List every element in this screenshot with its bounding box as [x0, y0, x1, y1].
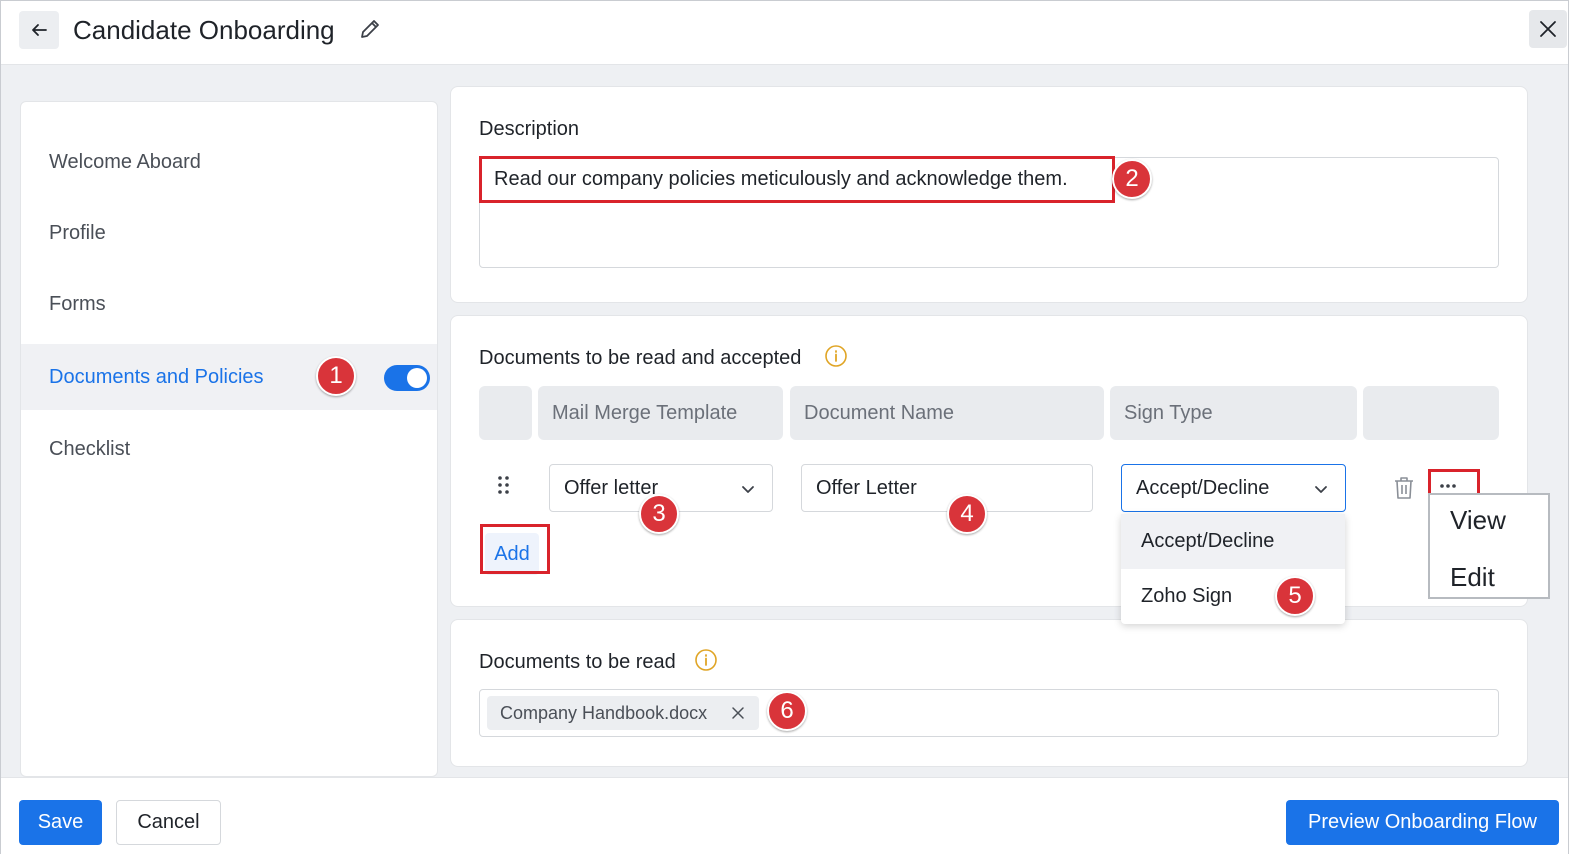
- column-header-template: Mail Merge Template: [538, 386, 783, 440]
- column-header-document-name: Document Name: [790, 386, 1104, 440]
- more-options-menu: View Edit: [1428, 493, 1550, 599]
- trash-icon[interactable]: [1393, 476, 1415, 500]
- chevron-down-icon: [742, 486, 754, 493]
- description-label: Description: [479, 118, 580, 140]
- documents-accept-card: Documents to be read and accepted Mail M…: [450, 315, 1528, 607]
- sidebar: Welcome Aboard Profile Forms Documents a…: [20, 101, 438, 777]
- cancel-button[interactable]: Cancel: [116, 800, 221, 845]
- option-label: Zoho Sign: [1141, 585, 1233, 607]
- description-card: Description Read our company policies me…: [450, 86, 1528, 303]
- documents-read-card: Documents to be read Company Handbook.do…: [450, 619, 1528, 767]
- sidebar-item-label: Documents and Policies: [49, 365, 264, 388]
- annotation-badge-1: 1: [316, 356, 356, 396]
- annotation-badge-2: 2: [1112, 159, 1152, 199]
- header-bar: Candidate Onboarding: [1, 1, 1568, 65]
- sign-type-dropdown: Accept/Decline Zoho Sign 5: [1121, 514, 1345, 624]
- document-chip: Company Handbook.docx: [487, 696, 759, 730]
- sidebar-item-label: Welcome Aboard: [49, 150, 201, 173]
- dropdown-option-accept-decline[interactable]: Accept/Decline: [1121, 514, 1345, 569]
- dropdown-option-zoho-sign[interactable]: Zoho Sign 5: [1121, 569, 1345, 624]
- page-title: Candidate Onboarding: [73, 15, 335, 45]
- document-name-value: Offer Letter: [816, 476, 917, 499]
- documents-accept-label: Documents to be read and accepted: [479, 347, 802, 369]
- sidebar-item-checklist[interactable]: Checklist: [21, 416, 437, 482]
- column-header-sign-type: Sign Type: [1110, 386, 1357, 440]
- info-icon[interactable]: [694, 648, 718, 672]
- annotation-badge-4: 4: [947, 494, 987, 534]
- sidebar-item-label: Checklist: [49, 437, 131, 460]
- pencil-icon[interactable]: [358, 17, 382, 41]
- template-select-value: Offer letter: [564, 476, 659, 499]
- sign-type-select[interactable]: Accept/Decline: [1121, 464, 1346, 512]
- documents-read-label: Documents to be read: [479, 651, 676, 673]
- sidebar-item-forms[interactable]: Forms: [21, 271, 437, 337]
- sidebar-item-documents-and-policies[interactable]: Documents and Policies 1: [21, 344, 437, 410]
- column-header-actions: [1363, 386, 1499, 440]
- sidebar-item-label: Profile: [49, 221, 106, 244]
- chevron-down-icon: [1315, 486, 1327, 493]
- highlight-box: [479, 156, 1115, 203]
- sidebar-item-welcome-aboard[interactable]: Welcome Aboard: [21, 129, 437, 195]
- close-button[interactable]: [1529, 10, 1567, 48]
- preview-onboarding-flow-button[interactable]: Preview Onboarding Flow: [1286, 800, 1559, 845]
- info-icon[interactable]: [824, 344, 848, 368]
- section-toggle[interactable]: [384, 365, 430, 391]
- option-label: Accept/Decline: [1141, 530, 1275, 552]
- document-name-input[interactable]: Offer Letter: [801, 464, 1093, 512]
- documents-read-input[interactable]: Company Handbook.docx: [479, 689, 1499, 737]
- annotation-badge-5: 5: [1275, 576, 1315, 616]
- menu-item-view[interactable]: View: [1450, 505, 1506, 536]
- toggle-knob: [407, 368, 427, 388]
- annotation-badge-3: 3: [639, 494, 679, 534]
- back-button[interactable]: [19, 11, 59, 49]
- close-icon[interactable]: [731, 706, 745, 720]
- sidebar-item-label: Forms: [49, 292, 106, 315]
- save-button[interactable]: Save: [19, 800, 102, 845]
- arrow-left-icon: [32, 24, 47, 36]
- onboarding-window: Candidate Onboarding Welcome Aboard Prof…: [0, 0, 1569, 854]
- drag-handle-icon[interactable]: [497, 475, 511, 495]
- footer-bar: Save Cancel Preview Onboarding Flow: [1, 777, 1568, 854]
- annotation-badge-6: 6: [767, 691, 807, 731]
- column-header-drag: [479, 386, 532, 440]
- document-chip-label: Company Handbook.docx: [500, 702, 708, 723]
- sign-type-value: Accept/Decline: [1136, 476, 1270, 499]
- sidebar-item-profile[interactable]: Profile: [21, 200, 437, 266]
- close-icon: [1540, 21, 1556, 37]
- menu-item-edit[interactable]: Edit: [1450, 562, 1495, 593]
- highlight-box: [480, 524, 550, 574]
